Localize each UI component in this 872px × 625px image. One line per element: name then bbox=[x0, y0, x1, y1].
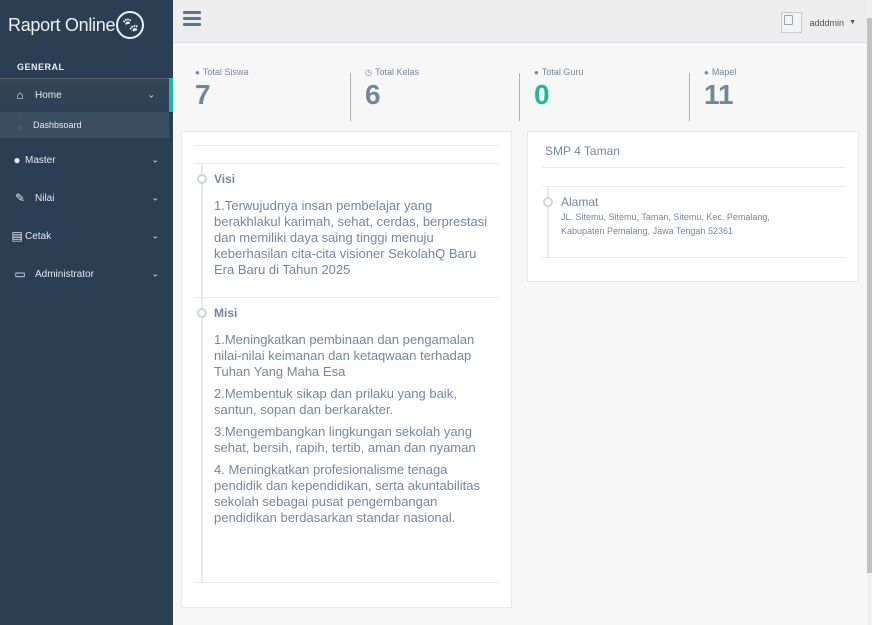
divider bbox=[195, 582, 498, 583]
chevron-down-icon: ⌄ bbox=[151, 154, 159, 165]
sidebar-item-administrator[interactable]: ▭ Administrator ⌄ bbox=[0, 257, 173, 291]
misi-item: 1.Meningkatkan pembinaan dan pengamalan … bbox=[214, 332, 475, 379]
user-menu[interactable]: adddmin ▼ bbox=[780, 12, 856, 33]
sidebar-item-label: Administrator bbox=[35, 268, 94, 280]
chevron-down-icon: ⌄ bbox=[151, 268, 159, 279]
tile-count: 11 bbox=[704, 79, 734, 110]
tile-divider bbox=[350, 73, 351, 121]
alamat-title: Alamat bbox=[561, 195, 599, 209]
tile-total-guru: ● Total Guru 0 bbox=[534, 67, 583, 123]
edit-icon: ✎ bbox=[14, 191, 26, 205]
paw-icon: 🐾︎ bbox=[116, 11, 145, 39]
desktop-icon: ▭ bbox=[14, 267, 26, 281]
chevron-down-icon: ⌄ bbox=[147, 89, 155, 100]
stat-tiles: ● Total Siswa 7 ◷ Total Kelas 6 ● Total Gur… bbox=[173, 43, 867, 131]
top-nav: adddmin ▼ bbox=[173, 0, 867, 43]
sidebar-item-cetak[interactable]: ▤ Cetak ⌄ bbox=[0, 219, 173, 253]
alamat-text: JL. Sitemu, Sitemu, Taman, Sitemu, Kec. … bbox=[561, 212, 770, 236]
sidebar-item-home[interactable]: ⌂ Home ⌄ bbox=[0, 78, 173, 112]
tile-divider bbox=[519, 73, 520, 121]
scrollbar[interactable] bbox=[867, 0, 872, 625]
sidebar: Raport Online 🐾︎ GENERAL ⌂ Home ⌄ Dashbs… bbox=[0, 0, 173, 625]
scrollbar-thumb[interactable] bbox=[867, 18, 872, 573]
divider bbox=[542, 186, 845, 187]
timeline-dot-icon bbox=[543, 197, 553, 207]
tile-label: Total Siswa bbox=[202, 67, 249, 77]
divider bbox=[542, 257, 845, 258]
home-icon: ⌂ bbox=[16, 88, 24, 102]
misi-title: Misi bbox=[214, 306, 238, 320]
tree-line bbox=[19, 112, 20, 125]
visi-text: 1.Terwujudnya insan pembelajar yang bera… bbox=[214, 198, 488, 277]
sidebar-item-label: Nilai bbox=[35, 192, 55, 204]
avatar[interactable] bbox=[780, 12, 802, 33]
tile-count: 0 bbox=[534, 79, 550, 110]
tile-label: Total Guru bbox=[541, 67, 584, 77]
bullet-icon bbox=[17, 125, 23, 131]
misi-list: 1.Meningkatkan pembinaan dan pengamalan … bbox=[214, 332, 494, 532]
sidebar-subitem-label: Dashbsoard bbox=[33, 120, 82, 130]
divider bbox=[195, 163, 498, 164]
print-icon: ▤ bbox=[11, 229, 23, 243]
menu-section-title: GENERAL bbox=[17, 62, 65, 72]
tile-label: Total Kelas bbox=[374, 67, 420, 77]
tile-label: Mapel bbox=[711, 67, 737, 77]
menu-bar bbox=[183, 23, 201, 26]
misi-item: 4. Meningkatkan profesionalisme tenaga p… bbox=[214, 462, 480, 525]
brand-title[interactable]: Raport Online bbox=[8, 15, 115, 36]
school-name: SMP 4 Taman bbox=[545, 144, 620, 158]
clock-icon: ◷ bbox=[365, 67, 372, 77]
tile-count: 7 bbox=[195, 79, 211, 110]
chevron-down-icon: ⌄ bbox=[151, 192, 159, 203]
user-icon: ● bbox=[195, 67, 200, 77]
tile-count: 6 bbox=[365, 79, 381, 110]
chevron-down-icon: ⌄ bbox=[151, 230, 159, 241]
sidebar-item-label: Cetak bbox=[25, 230, 52, 242]
tile-total-kelas: ◷ Total Kelas 6 bbox=[365, 67, 419, 123]
sidebar-item-nilai[interactable]: ✎ Nilai ⌄ bbox=[0, 181, 173, 215]
misi-item: 2.Membentuk sikap dan prilaku yang baik,… bbox=[214, 386, 457, 417]
user-icon: ● bbox=[704, 67, 709, 77]
misi-item: 3.Mengembangkan lingkungan sekolah yang … bbox=[214, 424, 476, 455]
caret-down-icon: ▼ bbox=[849, 19, 856, 26]
user-icon: ● bbox=[13, 153, 21, 167]
brand[interactable]: Raport Online 🐾︎ bbox=[0, 0, 173, 50]
timeline-line bbox=[201, 164, 203, 582]
sidebar-item-master[interactable]: ● Master ⌄ bbox=[0, 143, 173, 177]
sidebar-item-label: Master bbox=[25, 154, 56, 166]
tile-total-siswa: ● Total Siswa 7 bbox=[195, 67, 248, 123]
divider bbox=[195, 145, 498, 146]
timeline-dot-icon bbox=[197, 174, 207, 184]
divider bbox=[195, 297, 498, 298]
visi-misi-panel: Visi 1.Terwujudnya insan pembelajar yang… bbox=[181, 131, 512, 608]
sidebar-item-label: Home bbox=[35, 89, 62, 101]
tile-divider bbox=[689, 73, 690, 121]
tile-mapel: ● Mapel 11 bbox=[704, 67, 736, 123]
school-panel: SMP 4 Taman Alamat JL. Sitemu, Sitemu, T… bbox=[527, 131, 859, 282]
menu-toggle-icon[interactable] bbox=[183, 11, 201, 27]
menu-bar bbox=[183, 17, 201, 20]
menu-bar bbox=[183, 11, 201, 14]
sidebar-subitem-dashboard[interactable]: Dashbsoard bbox=[0, 112, 169, 138]
divider bbox=[542, 167, 845, 168]
user-icon: ● bbox=[534, 67, 539, 77]
username[interactable]: adddmin bbox=[810, 18, 845, 28]
timeline-dot-icon bbox=[197, 308, 207, 318]
visi-title: Visi bbox=[214, 172, 236, 186]
